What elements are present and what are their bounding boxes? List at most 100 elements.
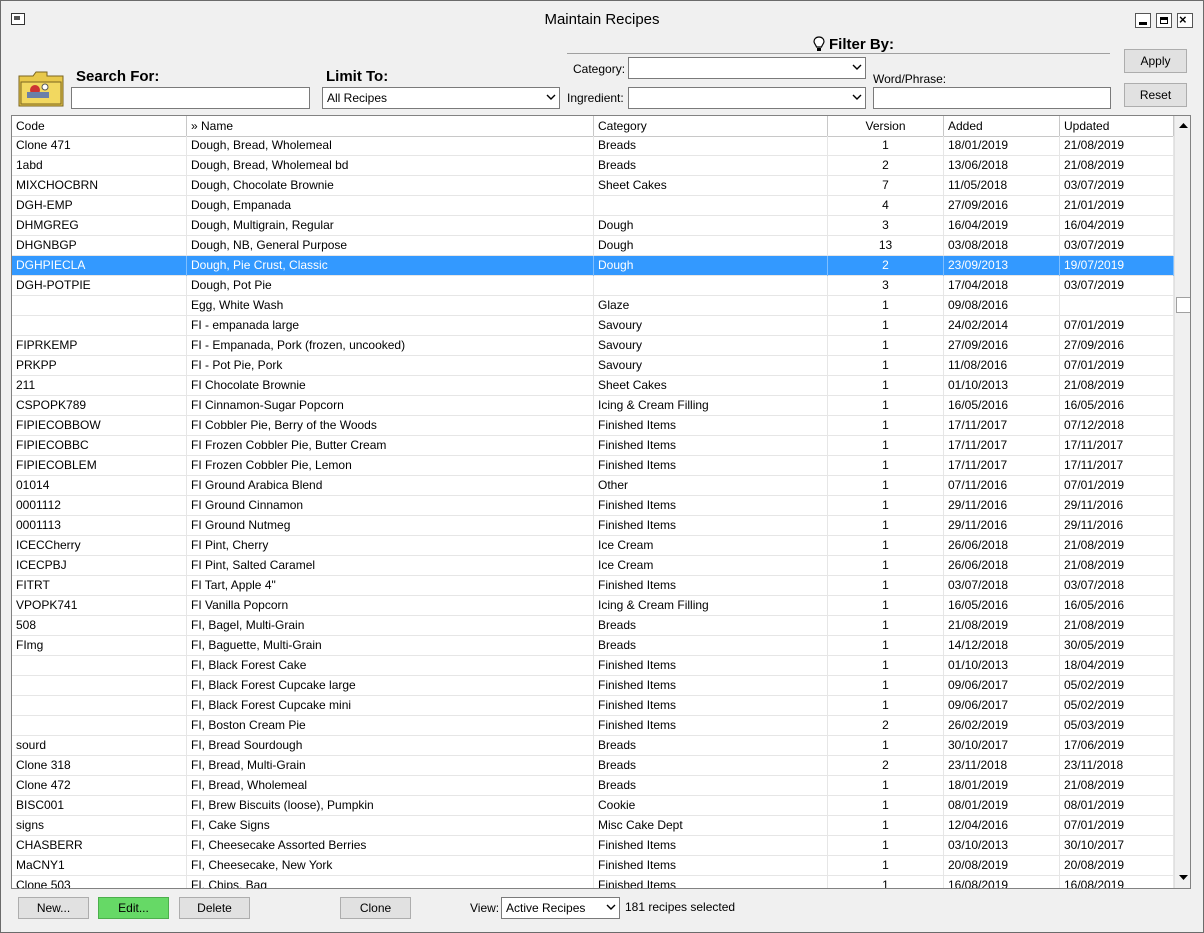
table-row[interactable]: FIPRKEMP FI - Empanada, Pork (frozen, unc…	[12, 336, 1174, 356]
table-row[interactable]: DHGNBGP Dough, NB, General Purpose Dough 13…	[12, 236, 1174, 256]
cell-category: Finished Items	[594, 516, 828, 536]
table-row[interactable]: FIPIECOBLEM FI Frozen Cobbler Pie, Lemon F…	[12, 456, 1174, 476]
table-row[interactable]: CSPOPK789 FI Cinnamon-Sugar Popcorn Icing …	[12, 396, 1174, 416]
table-row[interactable]: Egg, White Wash Glaze 1 09/08/2016	[12, 296, 1174, 316]
table-row[interactable]: ICECPBJ FI Pint, Salted Caramel Ice Cream 1…	[12, 556, 1174, 576]
table-row[interactable]: FI, Black Forest Cupcake large Finished I…	[12, 676, 1174, 696]
cell-added: 21/08/2019	[944, 616, 1060, 636]
cell-version: 1	[828, 416, 944, 436]
table-row[interactable]: DHMGREG Dough, Multigrain, Regular Dough 3 1…	[12, 216, 1174, 236]
cell-version: 1	[828, 436, 944, 456]
word-phrase-input[interactable]	[873, 87, 1111, 109]
table-row[interactable]: FImg FI, Baguette, Multi-Grain Breads 1 14/1…	[12, 636, 1174, 656]
table-row[interactable]: ICECCherry FI Pint, Cherry Ice Cream 1 26/06…	[12, 536, 1174, 556]
cell-updated: 03/07/2019	[1060, 176, 1174, 196]
table-row[interactable]: MaCNY1 FI, Cheesecake, New York Finished I…	[12, 856, 1174, 876]
limit-to-select[interactable]: All Recipes	[322, 87, 560, 109]
cell-version: 3	[828, 276, 944, 296]
cell-updated: 19/07/2019	[1060, 256, 1174, 276]
table-row[interactable]: DGH-EMP Dough, Empanada 4 27/09/2016 21/01/2…	[12, 196, 1174, 216]
table-row[interactable]: 508 FI, Bagel, Multi-Grain Breads 1 21/08/20…	[12, 616, 1174, 636]
table-row[interactable]: 211 FI Chocolate Brownie Sheet Cakes 1 01/10…	[12, 376, 1174, 396]
cell-name: FI, Cheesecake Assorted Berries	[187, 836, 594, 856]
reset-button[interactable]: Reset	[1124, 83, 1187, 107]
table-row[interactable]: CHASBERR FI, Cheesecake Assorted Berries F…	[12, 836, 1174, 856]
table-row[interactable]: FIPIECOBBC FI Frozen Cobbler Pie, Butter …	[12, 436, 1174, 456]
close-button[interactable]: ×	[1177, 12, 1193, 28]
ingredient-select[interactable]	[628, 87, 866, 109]
column-header-code[interactable]: Code	[12, 116, 187, 136]
cell-code: VPOPK741	[12, 596, 187, 616]
table-row[interactable]: FIPIECOBBOW FI Cobbler Pie, Berry of the …	[12, 416, 1174, 436]
table-row[interactable]: 01014 FI Ground Arabica Blend Other 1 07/11/…	[12, 476, 1174, 496]
table-row[interactable]: Clone 318 FI, Bread, Multi-Grain Breads 2 23…	[12, 756, 1174, 776]
delete-button[interactable]: Delete	[179, 897, 250, 919]
table-row[interactable]: MIXCHOCBRN Dough, Chocolate Brownie Sheet …	[12, 176, 1174, 196]
table-row[interactable]: 0001112 FI Ground Cinnamon Finished Items 1…	[12, 496, 1174, 516]
table-row[interactable]: FI - empanada large Savoury 1 24/02/2014 07/…	[12, 316, 1174, 336]
cell-category: Glaze	[594, 296, 828, 316]
cell-category: Finished Items	[594, 836, 828, 856]
cell-version: 1	[828, 536, 944, 556]
scroll-down-icon[interactable]	[1176, 869, 1191, 886]
chevron-down-icon	[852, 94, 862, 100]
vertical-scrollbar[interactable]	[1174, 116, 1191, 888]
edit-button[interactable]: Edit...	[98, 897, 169, 919]
cell-code: 1abd	[12, 156, 187, 176]
new-button[interactable]: New...	[18, 897, 89, 919]
word-phrase-label: Word/Phrase:	[873, 72, 947, 86]
apply-button[interactable]: Apply	[1124, 49, 1187, 73]
table-row[interactable]: Clone 503 FI, Chips, Bag Finished Items 1 16…	[12, 876, 1174, 888]
table-row[interactable]: Clone 472 FI, Bread, Wholemeal Breads 1 18/0…	[12, 776, 1174, 796]
scroll-up-icon[interactable]	[1176, 117, 1191, 134]
cell-added: 07/11/2016	[944, 476, 1060, 496]
cell-updated: 07/12/2018	[1060, 416, 1174, 436]
scrollbar-thumb[interactable]	[1176, 297, 1190, 313]
cell-name: Egg, White Wash	[187, 296, 594, 316]
view-select[interactable]: Active Recipes	[501, 897, 620, 919]
table-row[interactable]: sourd FI, Bread Sourdough Breads 1 30/10/201…	[12, 736, 1174, 756]
cell-category: Finished Items	[594, 856, 828, 876]
cell-code: 0001112	[12, 496, 187, 516]
table-row[interactable]: 0001113 FI Ground Nutmeg Finished Items 1 29…	[12, 516, 1174, 536]
cell-added: 13/06/2018	[944, 156, 1060, 176]
cell-added: 01/10/2013	[944, 376, 1060, 396]
cell-code: FIPIECOBLEM	[12, 456, 187, 476]
cell-code: sourd	[12, 736, 187, 756]
cell-added: 23/09/2013	[944, 256, 1060, 276]
filter-divider	[567, 53, 1110, 54]
cell-added: 26/02/2019	[944, 716, 1060, 736]
table-row[interactable]: DGH-POTPIE Dough, Pot Pie 3 17/04/2018 03/07…	[12, 276, 1174, 296]
clone-button[interactable]: Clone	[340, 897, 411, 919]
category-select[interactable]	[628, 57, 866, 79]
column-header-version[interactable]: Version	[828, 116, 944, 136]
column-header-category[interactable]: Category	[594, 116, 828, 136]
column-header-added[interactable]: Added	[944, 116, 1060, 136]
cell-name: FI, Brew Biscuits (loose), Pumpkin	[187, 796, 594, 816]
cell-name: FI Frozen Cobbler Pie, Butter Cream	[187, 436, 594, 456]
table-row[interactable]: DGHPIECLA Dough, Pie Crust, Classic Dough 2…	[12, 256, 1174, 276]
cell-updated: 16/05/2016	[1060, 596, 1174, 616]
table-row[interactable]: 1abd Dough, Bread, Wholemeal bd Breads 2 13/…	[12, 156, 1174, 176]
table-row[interactable]: FI, Black Forest Cake Finished Items 1 01/1…	[12, 656, 1174, 676]
minimize-button[interactable]	[1135, 13, 1151, 28]
table-row[interactable]: FI, Black Forest Cupcake mini Finished It…	[12, 696, 1174, 716]
table-row[interactable]: FITRT FI Tart, Apple 4" Finished Items 1 03/…	[12, 576, 1174, 596]
column-header-updated[interactable]: Updated	[1060, 116, 1174, 136]
maximize-button[interactable]	[1156, 13, 1172, 28]
table-row[interactable]: signs FI, Cake Signs Misc Cake Dept 1 12/04/…	[12, 816, 1174, 836]
cell-updated	[1060, 296, 1174, 316]
table-row[interactable]: Clone 471 Dough, Bread, Wholemeal Breads 1 1…	[12, 136, 1174, 156]
cell-category: Ice Cream	[594, 536, 828, 556]
cell-name: FI, Bread, Wholemeal	[187, 776, 594, 796]
column-header-name[interactable]: » Name	[187, 116, 594, 136]
cell-added: 08/01/2019	[944, 796, 1060, 816]
cell-version: 1	[828, 736, 944, 756]
table-row[interactable]: FI, Boston Cream Pie Finished Items 2 26/02…	[12, 716, 1174, 736]
view-label: View:	[470, 901, 500, 915]
table-row[interactable]: BISC001 FI, Brew Biscuits (loose), Pumpki…	[12, 796, 1174, 816]
lightbulb-icon	[813, 36, 825, 51]
table-row[interactable]: PRKPP FI - Pot Pie, Pork Savoury 1 11/08/201…	[12, 356, 1174, 376]
search-input[interactable]	[71, 87, 310, 109]
table-row[interactable]: VPOPK741 FI Vanilla Popcorn Icing & Cream …	[12, 596, 1174, 616]
